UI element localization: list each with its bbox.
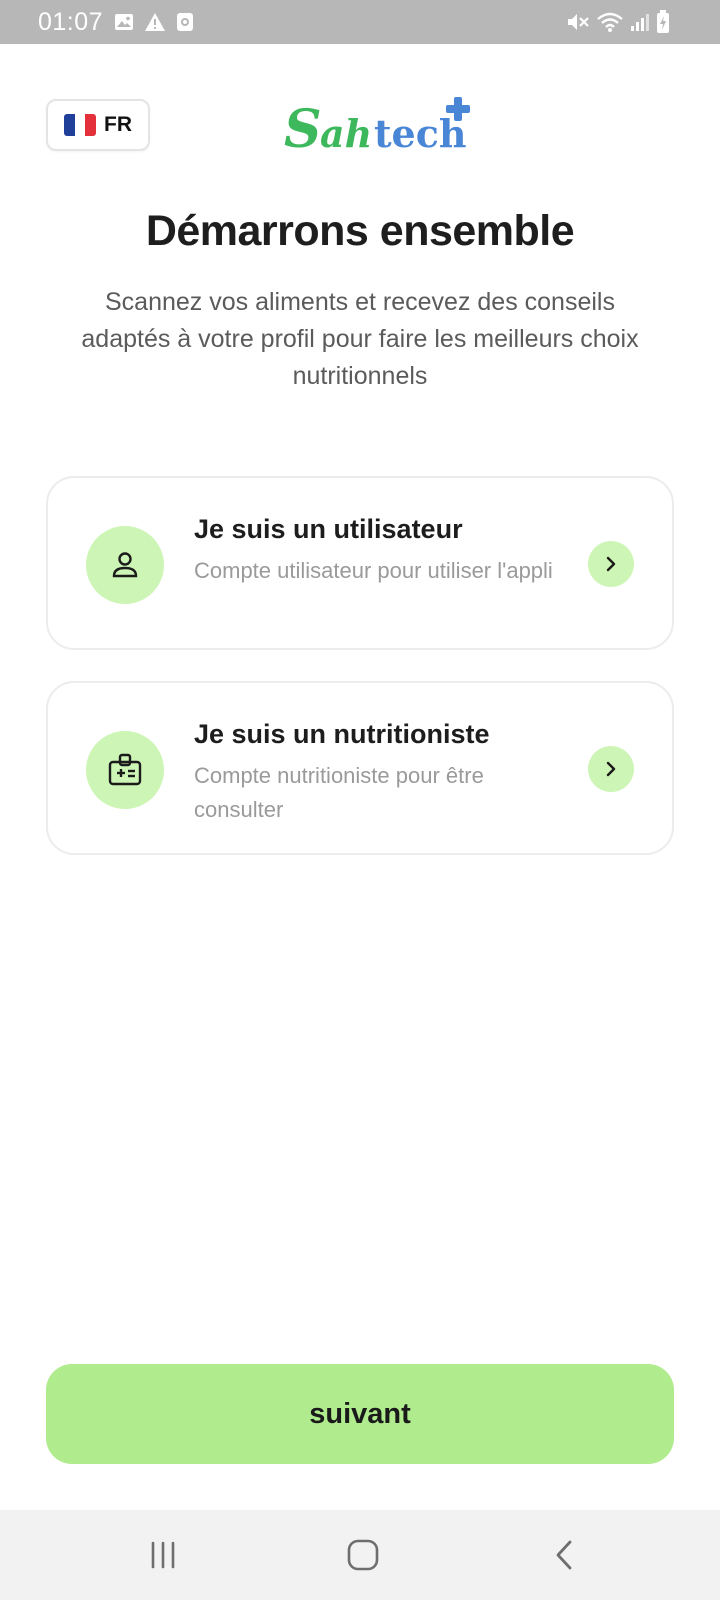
mute-icon bbox=[566, 11, 590, 33]
option-title: Je suis un utilisateur bbox=[194, 514, 463, 544]
wifi-icon bbox=[596, 11, 624, 33]
option-title: Je suis un nutritioniste bbox=[194, 719, 490, 749]
svg-text:S: S bbox=[284, 99, 322, 157]
language-code: FR bbox=[104, 113, 132, 136]
chevron-right-icon[interactable] bbox=[588, 541, 634, 587]
person-icon bbox=[86, 526, 164, 604]
camera-icon bbox=[176, 12, 194, 32]
next-button[interactable]: suivant bbox=[46, 1364, 674, 1464]
recents-icon[interactable] bbox=[133, 1532, 193, 1578]
svg-text:ah: ah bbox=[320, 111, 372, 156]
svg-text:tech: tech bbox=[374, 111, 467, 156]
option-description: Compte nutritioniste pour être consulter bbox=[194, 763, 484, 822]
page-subtitle: Scannez vos aliments et recevez des cons… bbox=[81, 288, 639, 390]
page-title: Démarrons ensemble bbox=[145, 207, 575, 255]
sahtech-logo: S ah tech bbox=[284, 97, 470, 157]
user-account-option[interactable]: Je suis un utilisateur Compte utilisateu… bbox=[46, 476, 674, 650]
next-button-label: suivant bbox=[309, 1397, 411, 1430]
status-notification-icons bbox=[114, 10, 194, 34]
warning-icon bbox=[144, 12, 166, 32]
home-icon[interactable] bbox=[333, 1532, 393, 1578]
option-description: Compte utilisateur pour utiliser l'appli bbox=[194, 558, 553, 583]
nutritionist-account-option[interactable]: Je suis un nutritioniste Compte nutritio… bbox=[46, 681, 674, 855]
signal-icon bbox=[630, 12, 650, 32]
language-selector-button[interactable]: FR bbox=[46, 99, 150, 151]
status-time: 01:07 bbox=[38, 8, 104, 36]
image-icon bbox=[114, 13, 134, 31]
system-navigation-bar bbox=[0, 1510, 720, 1600]
status-system-icons bbox=[566, 9, 670, 35]
france-flag-icon bbox=[64, 114, 96, 136]
status-bar: 01:07 bbox=[0, 0, 720, 44]
medical-badge-icon bbox=[86, 731, 164, 809]
back-icon[interactable] bbox=[534, 1532, 594, 1578]
battery-charging-icon bbox=[656, 10, 670, 34]
chevron-right-icon[interactable] bbox=[588, 746, 634, 792]
